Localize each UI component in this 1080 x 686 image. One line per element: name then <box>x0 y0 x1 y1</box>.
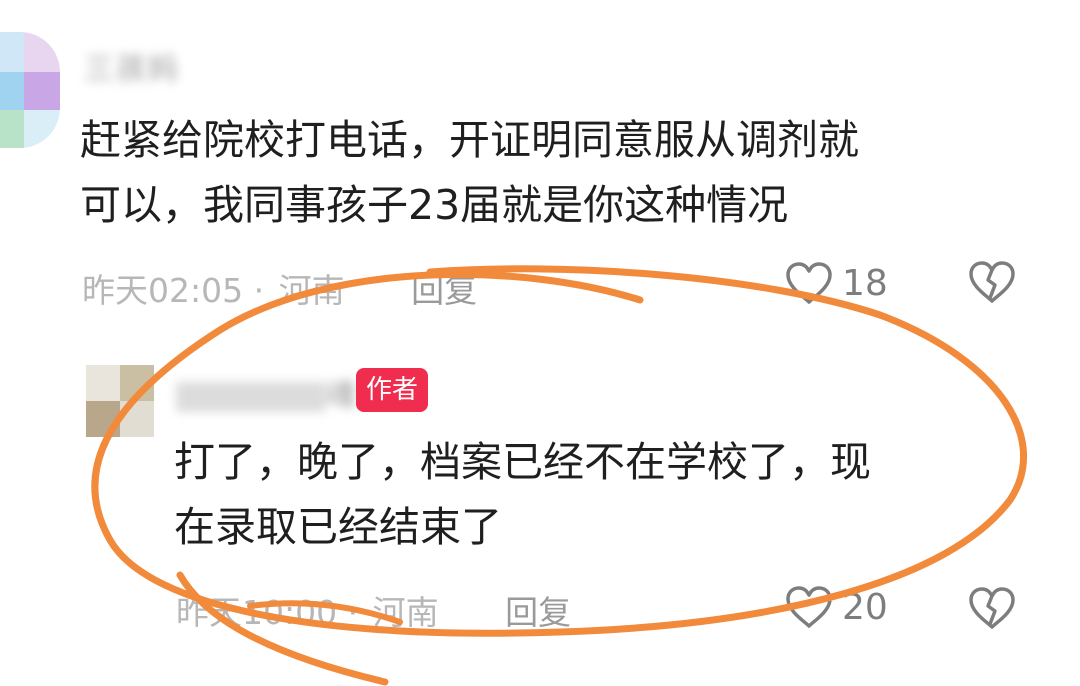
region: 河南 <box>372 593 439 632</box>
comment-text-line: 打了，晚了，档案已经不在学校了，现 <box>174 438 871 486</box>
like-count: 20 <box>842 586 888 628</box>
comment-reply-item: 魂 作者 打了，晚了，档案已经不在学校了，现 在录取已经结束了 昨天10:00 … <box>0 330 1080 686</box>
heart-outline-icon <box>786 262 832 304</box>
avatar[interactable] <box>0 32 60 148</box>
comment-text-line: 在录取已经结束了 <box>174 503 502 551</box>
reply-button[interactable]: 回复 <box>505 593 571 632</box>
avatar[interactable] <box>86 365 154 437</box>
comment-meta: 昨天02:05 · 河南 回复 <box>82 264 477 312</box>
comment-text: 赶紧给院校打电话，开证明同意服从调剂就 可以，我同事孩子23届就是你这种情况 <box>80 108 1010 238</box>
meta-separator: · <box>253 271 265 310</box>
dislike-button[interactable] <box>966 258 1018 310</box>
timestamp: 昨天10:00 <box>176 593 338 632</box>
reply-button[interactable]: 回复 <box>411 271 477 310</box>
username[interactable]: 魂 <box>176 370 358 414</box>
author-badge: 作者 <box>356 368 429 412</box>
dislike-button[interactable] <box>966 584 1018 636</box>
like-count: 18 <box>842 262 888 304</box>
comment-meta: 昨天10:00 · 河南 回复 <box>176 586 571 634</box>
username-text: 魂 <box>326 378 358 413</box>
meta-separator: · <box>347 593 359 632</box>
heart-outline-icon <box>786 586 832 628</box>
like-button[interactable]: 18 <box>784 260 888 306</box>
comment-text-line: 可以，我同事孩子23届就是你这种情况 <box>80 181 789 229</box>
comment-item: 三孩妈 赶紧给院校打电话，开证明同意服从调剂就 可以，我同事孩子23届就是你这种… <box>0 0 1080 330</box>
timestamp: 昨天02:05 <box>82 271 244 310</box>
username[interactable]: 三孩妈 <box>84 44 180 88</box>
like-button[interactable]: 20 <box>784 584 888 630</box>
comment-text-line: 赶紧给院校打电话，开证明同意服从调剂就 <box>80 116 859 164</box>
comment-text: 打了，晚了，档案已经不在学校了，现 在录取已经结束了 <box>174 430 994 560</box>
broken-heart-icon <box>969 587 1015 629</box>
region: 河南 <box>278 271 345 310</box>
broken-heart-icon <box>969 261 1015 303</box>
